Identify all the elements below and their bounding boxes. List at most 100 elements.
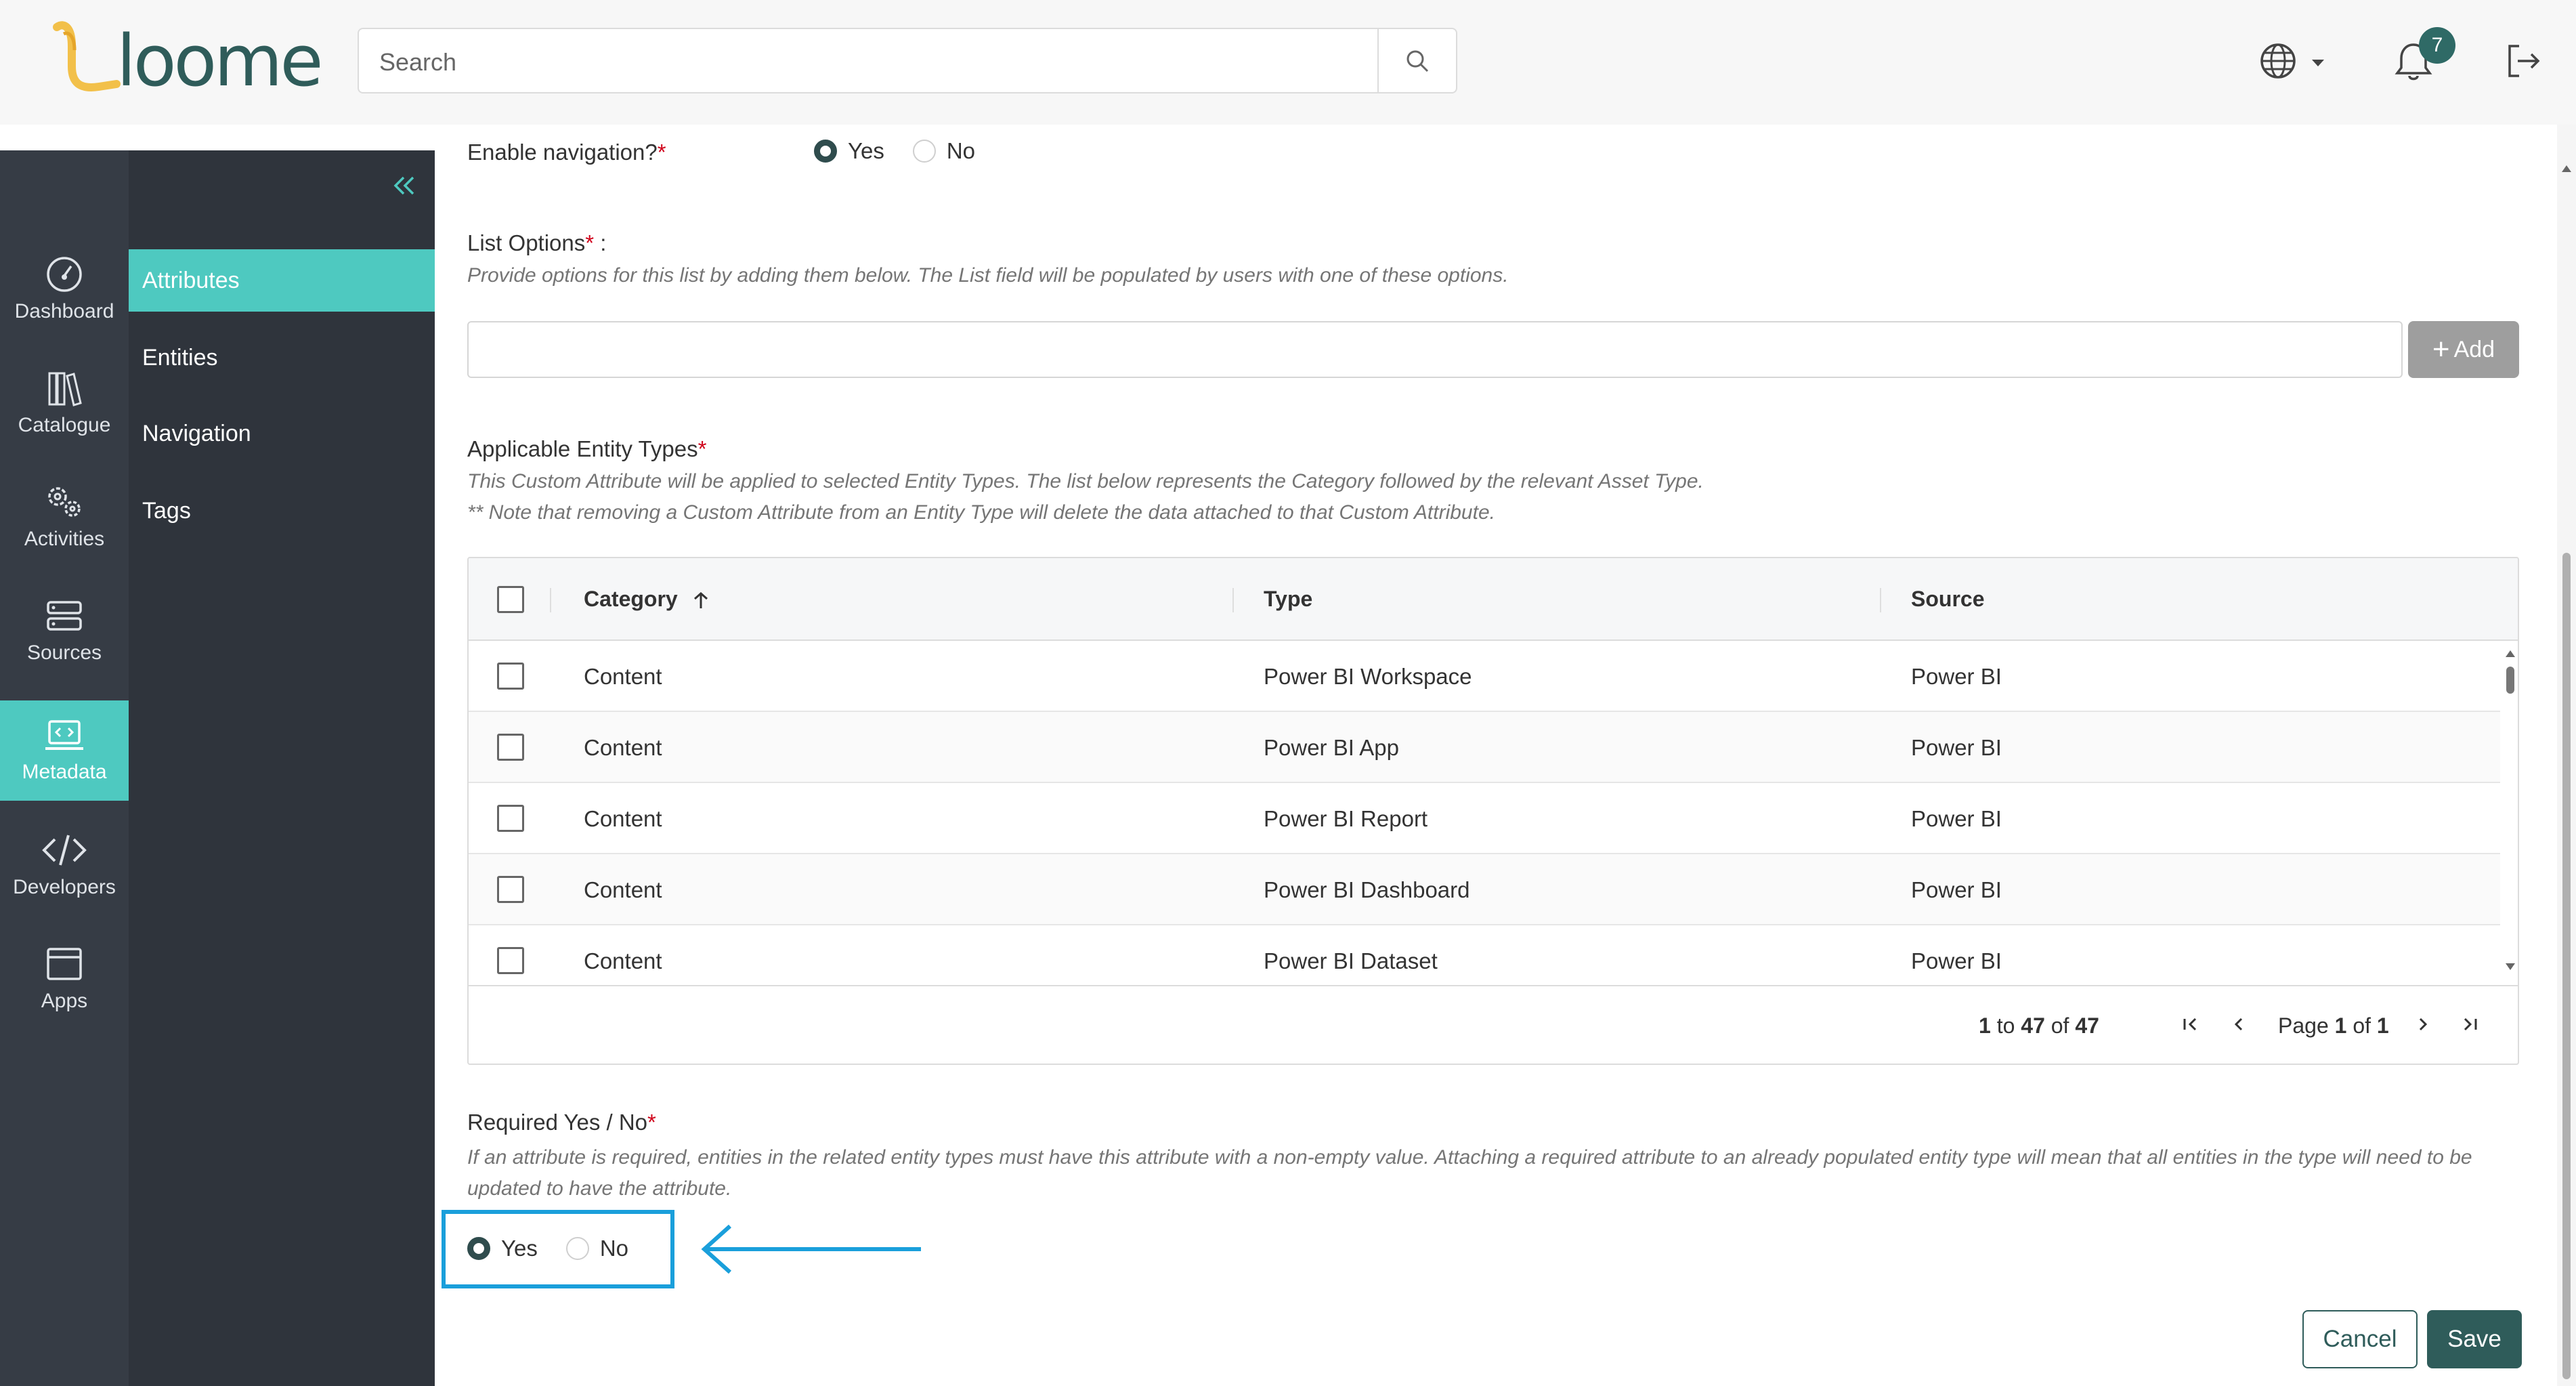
previous-page-button[interactable] <box>2227 1011 2251 1043</box>
required-marker: * <box>697 436 707 461</box>
radio-label: Yes <box>848 138 884 163</box>
chevron-right-icon <box>2419 1017 2428 1031</box>
chevron-left-icon <box>2234 1017 2243 1031</box>
cell-type: Power BI Dashboard <box>1264 877 1470 902</box>
table-row[interactable]: Content Power BI Dashboard Power BI <box>469 854 2500 925</box>
search-input[interactable]: Search <box>379 48 456 77</box>
activities-icon <box>48 487 81 517</box>
range-of: of <box>2051 1013 2069 1038</box>
next-page-button[interactable] <box>2411 1011 2435 1043</box>
plus-icon: + <box>2432 333 2450 366</box>
column-header-source[interactable]: Source <box>1880 587 1984 612</box>
nav-label: Developers <box>13 876 116 898</box>
range-end: 47 <box>2021 1013 2045 1038</box>
svg-text:loome: loome <box>116 20 320 100</box>
nav-developers[interactable]: Developers <box>0 814 129 915</box>
page-word: Page <box>2278 1013 2329 1038</box>
subnav-entities[interactable]: Entities <box>129 327 435 389</box>
add-option-button[interactable]: + Add <box>2408 321 2519 378</box>
label-text: Applicable Entity Types <box>467 436 698 461</box>
cell-category: Content <box>584 664 662 689</box>
grid-header: Category Type Source <box>469 558 2518 641</box>
dashboard-icon <box>47 257 82 292</box>
row-checkbox[interactable] <box>497 876 524 903</box>
cell-type: Power BI App <box>1264 735 1399 760</box>
page-scrollbar[interactable] <box>2557 125 2576 1386</box>
entity-types-help: This Custom Attribute will be applied to… <box>467 470 1704 492</box>
nav-sources[interactable]: Sources <box>0 580 129 680</box>
cell-type: Power BI Workspace <box>1264 664 1472 689</box>
double-chevron-left-icon <box>393 176 414 195</box>
required-help: If an attribute is required, entities in… <box>467 1146 2472 1200</box>
entity-types-note: ** Note that removing a Custom Attribute… <box>467 501 1495 524</box>
label-text: List Options <box>467 230 586 255</box>
table-row[interactable]: Content Power BI Workspace Power BI <box>469 641 2500 712</box>
current-page: 1 <box>2334 1013 2347 1038</box>
list-option-input[interactable] <box>467 321 2403 378</box>
cell-type: Power BI Report <box>1264 806 1428 831</box>
enable-navigation-yes-radio[interactable] <box>814 140 837 163</box>
code-icon <box>42 835 87 866</box>
subnav-attributes[interactable]: Attributes <box>129 249 435 312</box>
table-row[interactable]: Content Power BI Report Power BI <box>469 783 2500 854</box>
row-count-summary: 1 to 47 of 47 <box>1979 1013 2099 1038</box>
enable-navigation-label: Enable navigation?* <box>467 140 666 165</box>
nav-label: Apps <box>41 990 88 1012</box>
attribute-form: Enable navigation?* Yes No List Options*… <box>435 125 2576 1386</box>
enable-navigation-no-radio[interactable] <box>912 140 936 163</box>
required-marker: * <box>657 140 666 165</box>
cell-source: Power BI <box>1911 877 2002 902</box>
list-options-help: Provide options for this list by adding … <box>467 264 1509 287</box>
label-text: Required Yes / No <box>467 1110 648 1135</box>
first-page-button[interactable] <box>2179 1011 2204 1043</box>
nav-apps[interactable]: Apps <box>0 928 129 1028</box>
search-button[interactable] <box>1377 29 1456 92</box>
table-row[interactable]: Content Power BI App Power BI <box>469 712 2500 783</box>
search-icon <box>1407 50 1429 72</box>
nav-activities[interactable]: Activities <box>0 466 129 566</box>
row-checkbox[interactable] <box>497 734 524 761</box>
last-page-button[interactable] <box>2457 1011 2481 1043</box>
column-header-category[interactable]: Category <box>584 587 711 612</box>
total-rows: 47 <box>2075 1013 2099 1038</box>
required-marker: * <box>585 230 595 255</box>
first-page-icon <box>2183 1017 2197 1031</box>
grid-scrollbar[interactable] <box>2500 641 2518 980</box>
row-checkbox[interactable] <box>497 663 524 690</box>
cell-source: Power BI <box>1911 735 2002 760</box>
nav-label: Sources <box>26 642 102 664</box>
row-checkbox[interactable] <box>497 947 524 974</box>
logout-button[interactable] <box>2496 34 2550 88</box>
radio-label: No <box>946 138 976 163</box>
logout-icon <box>2508 45 2540 77</box>
column-header-type[interactable]: Type <box>1232 587 1312 612</box>
nav-catalogue[interactable]: Catalogue <box>0 352 129 453</box>
sources-icon <box>47 601 82 631</box>
language-selector[interactable] <box>2258 34 2332 88</box>
cell-category: Content <box>584 735 662 760</box>
cell-category: Content <box>584 877 662 902</box>
table-row[interactable]: Content Power BI Dataset Power BI <box>469 925 2500 985</box>
cell-category: Content <box>584 948 662 973</box>
cancel-button[interactable]: Cancel <box>2302 1310 2418 1368</box>
primary-nav: Dashboard Catalogue Activities Sources M… <box>0 150 129 1386</box>
nav-dashboard[interactable]: Dashboard <box>0 238 129 339</box>
metadata-icon <box>45 720 83 750</box>
page-indicator: Page 1 of 1 <box>2278 1013 2389 1038</box>
grid-pagination: 1 to 47 of 47 Page 1 of 1 <box>469 985 2518 1064</box>
subnav-tags[interactable]: Tags <box>129 480 435 542</box>
nav-label: Metadata <box>22 761 107 783</box>
nav-metadata[interactable]: Metadata <box>0 700 129 801</box>
add-label: Add <box>2453 336 2495 362</box>
row-checkbox[interactable] <box>497 805 524 832</box>
search-box[interactable]: Search <box>358 28 1457 93</box>
notification-count-badge: 7 <box>2419 27 2455 64</box>
loome-logo[interactable]: loome <box>51 19 336 102</box>
range-to: to <box>1996 1013 2015 1038</box>
nav-label: Catalogue <box>18 414 111 436</box>
collapse-sidebar-button[interactable] <box>391 172 418 203</box>
select-all-checkbox[interactable] <box>497 586 524 613</box>
nav-label: Dashboard <box>14 300 114 322</box>
save-button[interactable]: Save <box>2427 1310 2522 1368</box>
subnav-navigation[interactable]: Navigation <box>129 402 435 465</box>
